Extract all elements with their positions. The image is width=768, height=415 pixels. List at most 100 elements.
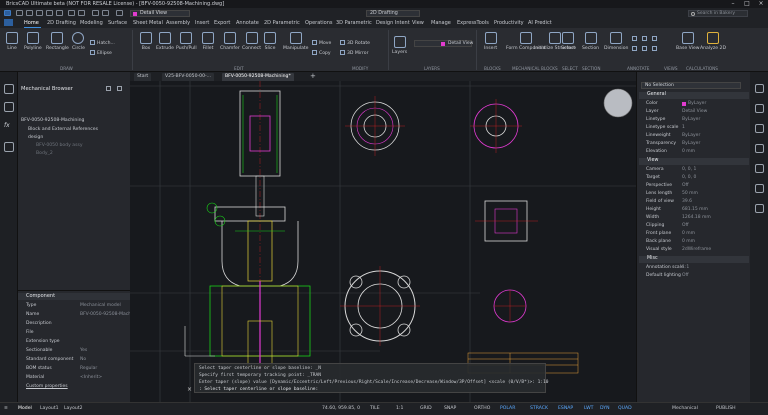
layout-tab-layout2[interactable]: Layout2 (64, 406, 83, 411)
tab-sheet-metal[interactable]: Sheet Metal (133, 20, 163, 26)
publish-button[interactable]: PUBLISH (716, 406, 736, 411)
toggle-ortho[interactable]: ORTHO (474, 406, 490, 411)
section-button[interactable]: Section (582, 32, 599, 51)
circle-button[interactable]: Circle (72, 32, 85, 51)
polyline-button[interactable]: Polyline (24, 32, 42, 51)
properties-icon[interactable] (755, 84, 764, 93)
copy-button[interactable]: Copy (312, 50, 331, 56)
move-button[interactable]: Move (312, 40, 331, 46)
save-icon[interactable] (36, 10, 43, 16)
doc-tab-v25[interactable]: V25-BFV-0050-00-... (162, 73, 215, 81)
workspace-dropdown[interactable]: 2D Drafting (366, 10, 420, 17)
prop-value[interactable]: 0 mm (682, 149, 695, 154)
prop-value[interactable]: 0, 0, 1 (682, 167, 696, 172)
prop-value[interactable]: 0 mm (682, 231, 695, 236)
app-menu-icon[interactable] (4, 10, 11, 16)
3d-mirror-button[interactable]: 3D Mirror (340, 50, 368, 56)
layout-tab-model[interactable]: Model (18, 406, 32, 411)
workspace-profile[interactable]: Mechanical (672, 406, 698, 411)
structure-icon[interactable] (4, 142, 14, 152)
command-input[interactable]: : Select taper centerline or slope basel… (199, 387, 318, 392)
search-input[interactable]: Search in Bakery (688, 10, 748, 17)
library-icon[interactable] (755, 124, 764, 133)
new-tab-icon[interactable]: + (310, 72, 316, 80)
toggle-dyn[interactable]: DYN (600, 406, 610, 411)
tree-node-body[interactable]: Body_2 (36, 151, 53, 156)
component-value[interactable]: No (80, 357, 86, 362)
drawing-explorer-icon[interactable] (755, 164, 764, 173)
print-icon[interactable] (56, 10, 63, 16)
tab-surface[interactable]: Surface (108, 20, 127, 26)
tab-2d-parametric[interactable]: 2D Parametric (264, 20, 300, 26)
prop-value[interactable]: 0 mm (682, 239, 695, 244)
tab-expresstools[interactable]: ExpressTools (457, 20, 489, 26)
prop-value[interactable]: ByLayer (682, 133, 700, 138)
mechanical-browser-icon[interactable] (4, 102, 14, 112)
redo-icon[interactable] (78, 10, 85, 16)
prop-value[interactable]: 39.6 (682, 199, 692, 204)
app-logo-icon[interactable] (4, 19, 13, 26)
prop-value[interactable]: 0, 0, 0 (682, 175, 696, 180)
ribbon-layer-dropdown[interactable]: Detail View (414, 40, 473, 47)
rectangle-button[interactable]: Rectangle (46, 32, 69, 51)
ellipse-button[interactable]: Ellipse (90, 50, 112, 56)
fillet-button[interactable]: Fillet (202, 32, 214, 51)
connect-button[interactable]: Connect (242, 32, 261, 51)
new-icon[interactable] (16, 10, 23, 16)
tab-export[interactable]: Export (214, 20, 230, 26)
section-misc[interactable]: Misc (639, 256, 749, 263)
toggle-esnap[interactable]: ESNAP (558, 406, 573, 411)
component-value[interactable]: Regular (80, 366, 97, 371)
lightbulb-icon[interactable] (4, 84, 14, 94)
component-value[interactable]: <Inherit> (80, 375, 102, 380)
custom-properties-link[interactable]: Custom properties (26, 384, 68, 389)
doc-tab-start[interactable]: Start (134, 73, 152, 81)
selection-dropdown[interactable]: No Selection (641, 82, 741, 89)
analyze-2d-button[interactable]: Analyze 2D (700, 32, 726, 51)
tab-2d-drafting[interactable]: 2D Drafting (47, 20, 76, 26)
undo-icon[interactable] (68, 10, 75, 16)
component-value[interactable]: BFV-0050-92508-Machini (80, 312, 136, 317)
layout-menu-icon[interactable]: ≡ (4, 406, 8, 411)
section-view[interactable]: View (639, 158, 749, 165)
prop-value[interactable]: 681.15 mm (682, 207, 708, 212)
tab-operations[interactable]: Operations (305, 20, 333, 26)
hatch-button[interactable]: Hatch... (90, 40, 115, 46)
tab-home[interactable]: Home (24, 20, 39, 26)
prop-value[interactable]: Off (682, 273, 689, 278)
layer-dropdown[interactable]: Detail View (130, 10, 190, 17)
materials-icon[interactable] (755, 204, 764, 213)
maximize-button[interactable]: □ (740, 0, 754, 8)
prop-value[interactable]: Detail View (682, 109, 707, 114)
save-as-icon[interactable] (46, 10, 53, 16)
prop-value[interactable]: 50 mm (682, 191, 698, 196)
chamfer-button[interactable]: Chamfer (220, 32, 240, 51)
base-view-button[interactable]: Base View (676, 32, 700, 51)
parameters-icon[interactable]: fx (4, 122, 10, 129)
tab-3d-parametric[interactable]: 3D Parametric (336, 20, 372, 26)
minimize-button[interactable]: – (726, 0, 740, 8)
toggle-polar[interactable]: POLAR (500, 406, 515, 411)
section-general[interactable]: General (639, 92, 749, 99)
structure-panel-icon[interactable] (755, 144, 764, 153)
tab-view[interactable]: View (412, 20, 424, 26)
table-icon[interactable] (652, 36, 657, 41)
text-icon[interactable] (632, 36, 637, 41)
tree-node-body-assy[interactable]: BFV-0050 body assy (36, 143, 83, 148)
prop-value[interactable]: 1264.18 mm (682, 215, 711, 220)
doc-tab-active[interactable]: BFV-0050-92508-Machining* (222, 73, 294, 81)
toggle-lwt[interactable]: LWT (584, 406, 594, 411)
3d-rotate-button[interactable]: 3D Rotate (340, 40, 370, 46)
box-button[interactable]: Box (140, 32, 152, 51)
match-properties-icon[interactable] (92, 10, 99, 16)
tab-productivity[interactable]: Productivity (494, 20, 524, 26)
color-icon[interactable] (116, 10, 123, 16)
tab-design-intent[interactable]: Design Intent (376, 20, 410, 26)
toggle-grid[interactable]: GRID (420, 406, 432, 411)
tab-ai-predict[interactable]: AI Predict (528, 20, 552, 26)
manipulate-button[interactable]: Manipulate (283, 32, 309, 51)
component-panel-header[interactable]: Component (18, 293, 130, 300)
tab-insert[interactable]: Insert (195, 20, 209, 26)
close-button[interactable]: × (754, 0, 768, 8)
layers-button[interactable]: Layers (392, 36, 407, 55)
